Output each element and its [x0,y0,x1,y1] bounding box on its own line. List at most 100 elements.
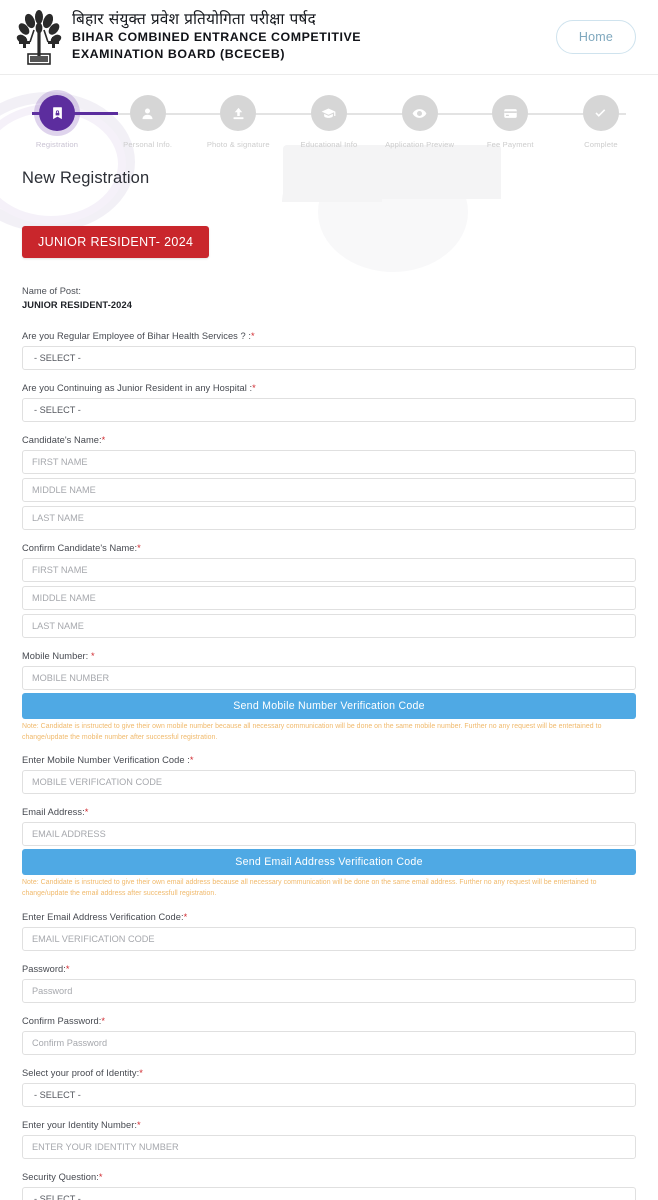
required-marker: * [189,755,194,766]
confirm-last-name-input[interactable] [22,613,636,638]
field-password: Password:* [22,964,636,1003]
field-proof-of-identity: Select your proof of Identity:* - SELECT… [22,1068,636,1107]
label-text: Email Address: [22,807,85,818]
label-password: Password:* [22,964,636,974]
label-text: Are you Continuing as Junior Resident in… [22,382,253,393]
label-confirm-password: Confirm Password:* [22,1016,636,1026]
stepper-step-photo-signature[interactable]: Photo & signature [195,95,281,149]
mobile-verification-code-input[interactable] [22,770,636,795]
label-identity-number: Enter your Identity Number:* [22,1120,636,1130]
confirm-password-input[interactable] [22,1030,636,1055]
identity-number-input[interactable] [22,1134,636,1159]
required-marker: * [90,650,95,661]
label-text: Select your proof of Identity: [22,1067,140,1078]
field-email-verification-code: Enter Email Address Verification Code:* [22,912,636,951]
field-security-question: Security Question:* - SELECT - [22,1172,636,1200]
label-text: Mobile Number: [22,650,91,661]
home-button[interactable]: Home [555,20,636,54]
required-marker: * [101,434,106,445]
confirm-first-name-input[interactable] [22,557,636,582]
select-regular-employee[interactable]: - SELECT - [22,345,636,370]
label-continuing-junior-resident: Are you Continuing as Junior Resident in… [22,383,636,393]
email-address-note: Note: Candidate is instructed to give th… [22,879,597,898]
stepper-label: Educational Info [300,140,358,149]
label-text: Enter Mobile Number Verification Code : [22,755,190,766]
candidate-last-name-input[interactable] [22,505,636,530]
badge-lock-icon [39,95,75,131]
required-marker: * [137,1119,141,1130]
brand-title-en-line2: EXAMINATION BOARD (BCECEB) [72,46,286,61]
send-mobile-verification-code-button[interactable]: Send Mobile Number Verification Code [22,692,636,719]
label-text: Candidate's Name: [22,434,102,445]
required-marker: * [65,963,70,974]
label-mobile-number: Mobile Number: * [22,651,636,661]
stepper-label: Fee Payment [486,140,534,149]
select-proof-of-identity[interactable]: - SELECT - [22,1082,636,1107]
label-email-address: Email Address:* [22,807,636,817]
confirm-middle-name-input[interactable] [22,585,636,610]
required-marker: * [252,382,256,393]
page-title: New Registration [22,169,150,188]
label-text: Security Question: [22,1171,99,1182]
payment-card-icon [492,95,529,131]
select-security-question[interactable]: - SELECT - [22,1186,636,1200]
brand-block: बिहार संयुक्त प्रवेश प्रतियोगिता परीक्षा… [16,8,556,66]
email-address-input[interactable] [22,822,636,847]
label-security-question: Security Question:* [22,1172,636,1182]
mobile-number-input[interactable] [22,665,636,690]
label-text: Confirm Password: [22,1015,102,1026]
stepper-label: Photo & signature [206,140,270,149]
password-input[interactable] [22,978,636,1003]
post-name-label: Name of Post: [22,286,81,297]
brand-title-en-line1: BIHAR COMBINED ENTRANCE COMPETITIVE [72,30,362,45]
progress-stepper: Registration Personal Info. Photo & sign… [0,75,658,155]
stepper-label: Personal Info. [123,140,173,149]
graduation-cap-icon [310,95,347,131]
stepper-label: Complete [584,140,618,149]
field-confirm-candidate-name: Confirm Candidate's Name:* [22,543,636,638]
post-meta: Name of Post: JUNIOR RESIDENT-2024 [22,285,636,313]
bihar-state-emblem-icon [16,8,62,66]
required-marker: * [84,807,89,818]
eye-preview-icon [401,95,438,131]
required-marker: * [250,330,255,341]
stepper-step-educational-info[interactable]: Educational Info [286,95,372,149]
label-text: Enter Email Address Verification Code: [22,911,184,922]
label-text: Password: [22,963,66,974]
stepper-label: Application Preview [385,140,455,149]
user-icon [129,95,166,131]
required-marker: * [101,1015,106,1026]
label-text: Enter your Identity Number: [22,1119,138,1130]
send-email-verification-code-button[interactable]: Send Email Address Verification Code [22,849,636,876]
stepper-label: Registration [35,140,79,149]
candidate-first-name-input[interactable] [22,449,636,474]
label-regular-employee: Are you Regular Employee of Bihar Health… [22,331,636,341]
site-header: बिहार संयुक्त प्रवेश प्रतियोगिता परीक्षा… [0,0,658,75]
candidate-middle-name-input[interactable] [22,477,636,502]
select-continuing-junior-resident[interactable]: - SELECT - [22,397,636,422]
label-proof-of-identity: Select your proof of Identity:* [22,1068,636,1078]
mobile-number-note: Note: Candidate is instructed to give th… [22,722,602,741]
label-candidate-name: Candidate's Name:* [22,435,636,445]
email-verification-code-input[interactable] [22,926,636,951]
stepper-step-registration[interactable]: Registration [14,95,100,149]
registration-form-container: New Registration JUNIOR RESIDENT- 2024 N… [0,155,658,1200]
stepper-step-application-preview[interactable]: Application Preview [377,95,463,149]
upload-icon [220,95,257,131]
stepper-step-fee-payment[interactable]: Fee Payment [467,95,553,149]
post-name-value: JUNIOR RESIDENT-2024 [22,300,132,311]
registration-page: बिहार संयुक्त प्रवेश प्रतियोगिता परीक्षा… [0,0,658,1200]
stepper-step-complete[interactable]: Complete [558,95,644,149]
required-marker: * [183,911,188,922]
field-mobile-verification-code: Enter Mobile Number Verification Code :* [22,755,636,795]
brand-titles: बिहार संयुक्त प्रवेश प्रतियोगिता परीक्षा… [72,11,361,62]
required-marker: * [137,542,141,553]
field-regular-employee: Are you Regular Employee of Bihar Health… [22,331,636,370]
label-text: Confirm Candidate's Name: [22,542,138,553]
label-email-verification-code: Enter Email Address Verification Code:* [22,912,636,922]
label-text: Are you Regular Employee of Bihar Health… [22,330,251,341]
brand-title-hindi: बिहार संयुक्त प्रवेश प्रतियोगिता परीक्षा… [72,10,316,29]
label-confirm-candidate-name: Confirm Candidate's Name:* [22,543,636,553]
stepper-step-personal-info[interactable]: Personal Info. [105,95,191,149]
required-marker: * [98,1171,103,1182]
